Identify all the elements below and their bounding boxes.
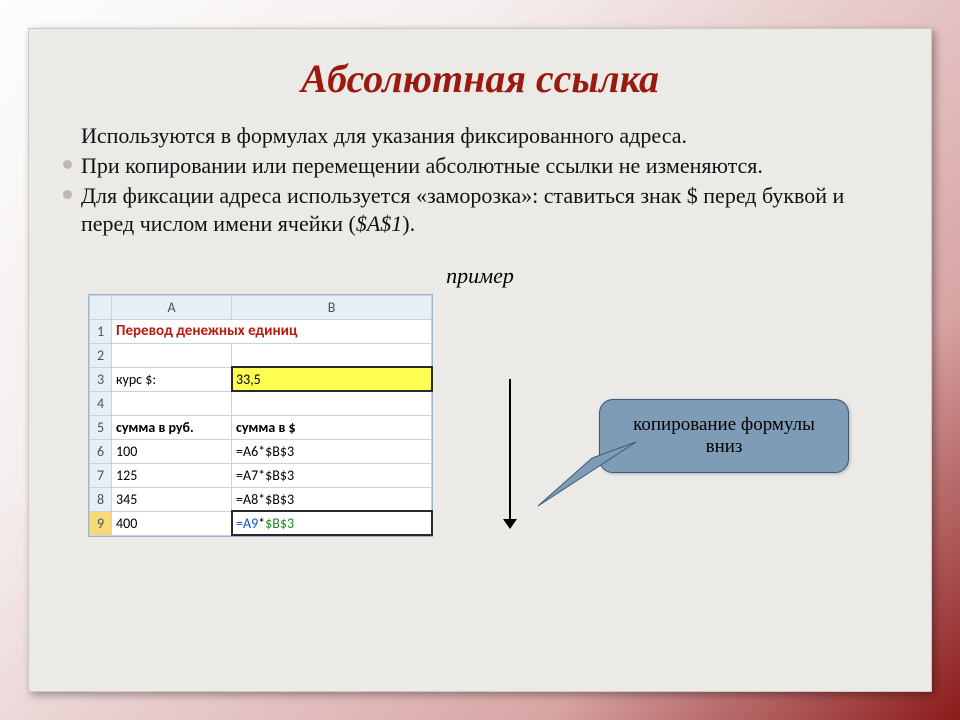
spreadsheet: A B 1 Перевод денежных единиц 2 3 курс $… [89,295,432,536]
bullet-icon [63,190,72,199]
bullet-3-post: ). [402,211,415,236]
callout-line2: вниз [610,436,838,458]
cell-value: 400 [112,511,232,535]
callout-tail-icon [528,434,638,512]
row-header: 4 [90,391,112,415]
cell-value: 345 [112,487,232,511]
slide-title: Абсолютная ссылка [29,55,931,102]
cell [112,343,232,367]
row-header: 6 [90,439,112,463]
row-header: 8 [90,487,112,511]
body-text: Используются в формулах для указания фик… [29,122,931,239]
row-header: 9 [90,511,112,535]
cell-formula: =A6*$B$3 [232,439,432,463]
bullet-3: Для фиксации адреса используется «заморо… [81,182,879,238]
cell-formula: =A7*$B$3 [232,463,432,487]
col-header-a: A [112,295,232,319]
example-label: пример [29,263,931,289]
col-header-b: B [232,295,432,319]
corner-cell [90,295,112,319]
cell-value: 100 [112,439,232,463]
cell-rate-label: курс $: [112,367,232,391]
spreadsheet-example: A B 1 Перевод денежных единиц 2 3 курс $… [89,295,489,536]
merged-title: Перевод денежных единиц [112,319,432,343]
row-header: 2 [90,343,112,367]
cell-value: 125 [112,463,232,487]
bullet-3-ref: $A$1 [356,211,402,236]
bullet-1-text: Используются в формулах для указания фик… [81,123,687,148]
cell-rate-value: 33,5 [232,367,432,391]
row-header: 1 [90,319,112,343]
slide: Абсолютная ссылка Используются в формула… [0,0,960,720]
bullet-2-text: При копировании или перемещении абсолютн… [81,153,763,178]
cell-header-rub: сумма в руб. [112,415,232,439]
content-panel: Абсолютная ссылка Используются в формула… [28,28,932,692]
cell [112,391,232,415]
bullet-2: При копировании или перемещении абсолютн… [81,152,879,180]
bullet-icon [63,160,72,169]
row-header: 3 [90,367,112,391]
bullet-1: Используются в формулах для указания фик… [81,122,879,150]
callout-line1: копирование формулы [610,414,838,436]
cell-header-usd: сумма в $ [232,415,432,439]
cell-formula-active: =A9*$B$3 [232,511,432,535]
down-arrow-icon [503,379,517,529]
cell-formula: =A8*$B$3 [232,487,432,511]
row-header: 7 [90,463,112,487]
bullet-3-pre: Для фиксации адреса используется «заморо… [81,183,844,236]
cell [232,343,432,367]
callout-bubble: копирование формулы вниз [599,399,849,473]
cell [232,391,432,415]
row-header: 5 [90,415,112,439]
